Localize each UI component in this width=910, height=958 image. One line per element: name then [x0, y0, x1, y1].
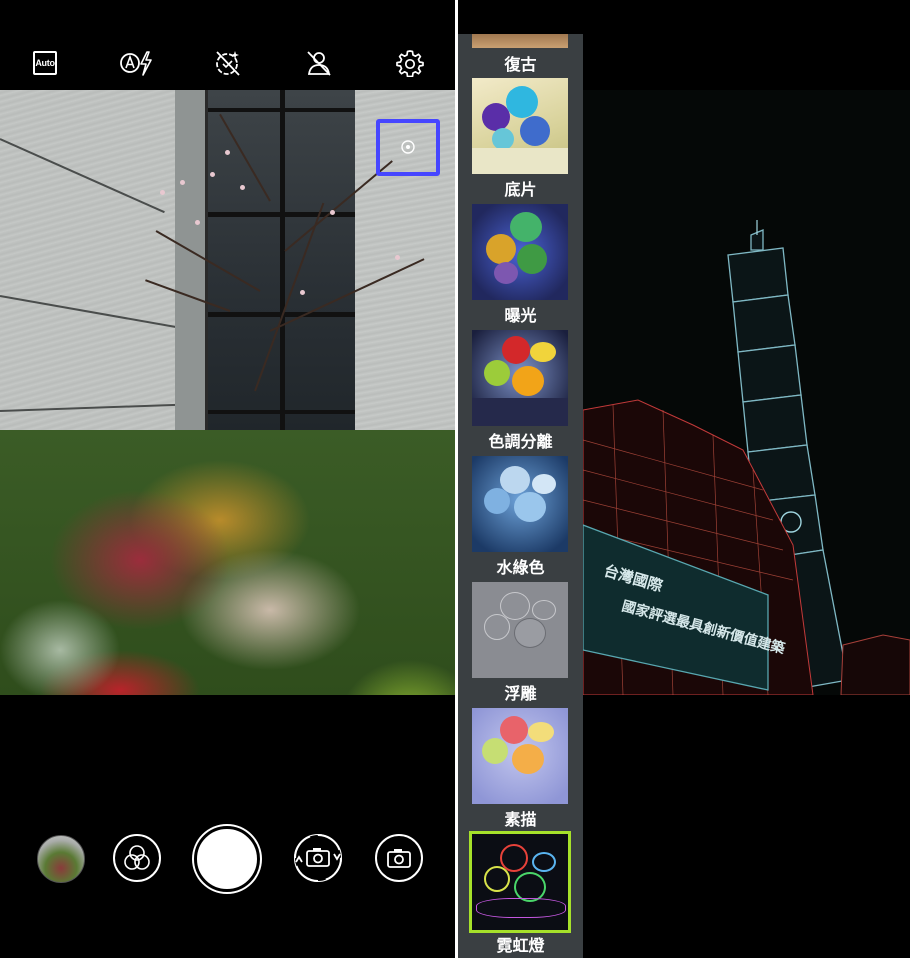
- settings-button[interactable]: [387, 40, 433, 86]
- filter-label: 色調分離: [488, 432, 553, 451]
- camera-top-bar: Auto: [0, 40, 455, 86]
- auto-flash-icon: [120, 51, 152, 76]
- timer-button[interactable]: [296, 40, 342, 86]
- camera-mode-icon: [387, 849, 411, 868]
- camera-mode-button[interactable]: [375, 834, 423, 882]
- filter-item-negative[interactable]: 底片: [458, 78, 583, 204]
- filter-item-neon[interactable]: 霓虹燈: [458, 831, 583, 958]
- filter-label: 底片: [504, 180, 537, 199]
- auto-mode-button[interactable]: Auto: [22, 40, 68, 86]
- filter-thumb: [472, 708, 568, 804]
- filter-thumb: [472, 78, 568, 174]
- person-off-icon: [307, 51, 331, 76]
- filter-thumb: [472, 456, 568, 552]
- filter-item-aqua[interactable]: 水綠色: [458, 456, 583, 582]
- filter-thumb-vintage[interactable]: [472, 34, 568, 48]
- switch-camera-button[interactable]: [294, 834, 342, 882]
- filter-label: 曝光: [504, 306, 537, 325]
- flash-button[interactable]: [114, 40, 160, 86]
- filter-thumb-selected: [469, 831, 571, 933]
- filter-label: 浮雕: [504, 684, 537, 703]
- camera-bottom-bar: [0, 820, 455, 900]
- filter-label: 復古: [504, 55, 537, 74]
- camera-viewfinder[interactable]: [0, 90, 455, 695]
- neon-scene-drawing: 台灣國際 國家評選最具創新價值建築: [583, 220, 910, 695]
- focus-target-icon: [401, 140, 415, 154]
- beautify-off-icon: [216, 51, 240, 76]
- filter-item-posterize[interactable]: 色調分離: [458, 330, 583, 456]
- filter-label: 素描: [504, 810, 537, 829]
- filter-item-exposure[interactable]: 曝光: [458, 204, 583, 330]
- filter-screen: 台灣國際 國家評選最具創新價值建築 復古 底片 曝光 色調分離 水綠色 浮雕 素…: [458, 0, 910, 958]
- camera-screen: Auto: [0, 0, 455, 958]
- filter-item-emboss[interactable]: 浮雕: [458, 582, 583, 708]
- settings-gear-icon: [396, 50, 424, 77]
- shutter-button[interactable]: [194, 826, 260, 892]
- switch-camera-icon: [294, 834, 342, 882]
- auto-mode-label: Auto: [35, 58, 55, 68]
- filter-label: 水綠色: [496, 558, 545, 577]
- filter-thumb: [472, 204, 568, 300]
- filter-circles-icon: [124, 845, 150, 870]
- gallery-thumbnail[interactable]: [37, 835, 85, 883]
- filter-label-selected: 霓虹燈: [496, 936, 545, 955]
- neon-filtered-viewfinder[interactable]: 台灣國際 國家評選最具創新價值建築: [583, 90, 910, 695]
- filter-button[interactable]: [113, 834, 161, 882]
- filter-list[interactable]: 復古 底片 曝光 色調分離 水綠色 浮雕 素描 霓虹燈: [458, 34, 583, 958]
- filter-thumb: [472, 330, 568, 426]
- filter-item-sketch[interactable]: 素描: [458, 708, 583, 834]
- filter-thumb: [472, 582, 568, 678]
- beautify-button[interactable]: [205, 40, 251, 86]
- garden-plants: [0, 430, 455, 695]
- auto-mode-icon: Auto: [33, 51, 57, 75]
